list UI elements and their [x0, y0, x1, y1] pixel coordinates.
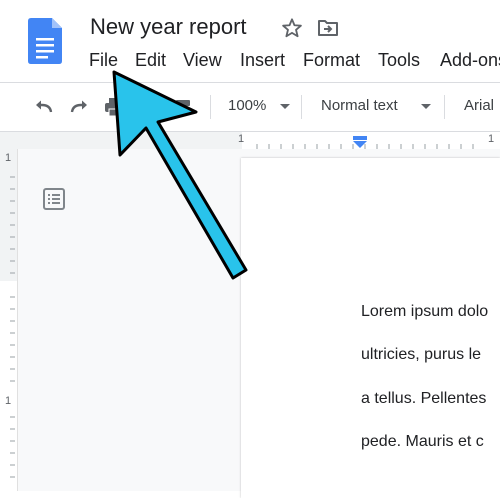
- body-line: ultricies, purus le: [361, 346, 482, 363]
- body-line: a tellus. Pellentes: [361, 390, 487, 407]
- body-line: Lorem ipsum dolo: [361, 303, 489, 320]
- body-line: pede. Mauris et c: [361, 433, 484, 450]
- body-text: Lorem ipsum dolo ultricies, purus le a t…: [0, 0, 500, 491]
